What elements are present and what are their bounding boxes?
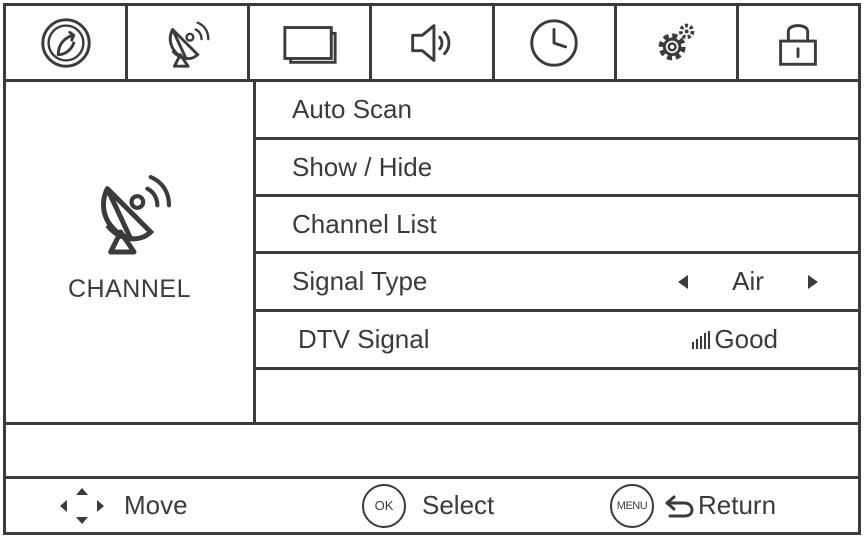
menu-item-label: Signal Type bbox=[292, 266, 428, 296]
ok-button-icon: OK bbox=[362, 483, 406, 528]
picture-swirl-icon bbox=[40, 17, 91, 68]
satellite-dish-icon bbox=[84, 162, 184, 262]
lock-icon bbox=[779, 23, 818, 66]
hint-move-label: Move bbox=[124, 490, 188, 520]
tab-channel[interactable] bbox=[128, 6, 251, 79]
tab-time[interactable] bbox=[495, 6, 617, 79]
arrow-left-icon[interactable] bbox=[678, 274, 688, 289]
move-arrows-icon bbox=[60, 487, 104, 524]
signal-strength-icon bbox=[692, 330, 711, 349]
tv-menu-screen: CHANNEL Auto Scan Show / Hide Channel Li… bbox=[3, 3, 861, 535]
hint-select: OK Select bbox=[362, 479, 494, 532]
menu-item-label: Show / Hide bbox=[292, 151, 433, 182]
tab-settings[interactable] bbox=[617, 6, 739, 79]
gears-icon bbox=[658, 23, 695, 60]
menu-button-icon: MENU bbox=[610, 483, 654, 528]
tab-lock[interactable] bbox=[739, 6, 858, 79]
menu-item-label: Channel List bbox=[292, 208, 437, 239]
signal-type-value: Air bbox=[732, 266, 764, 296]
menu-item-empty bbox=[256, 370, 858, 422]
hint-move: Move bbox=[56, 479, 188, 532]
arrow-right-icon[interactable] bbox=[808, 274, 818, 289]
menu-item-signal-type[interactable]: Signal Type Air bbox=[256, 254, 858, 312]
tab-sound[interactable] bbox=[372, 6, 495, 79]
menu-item-dtv-signal: DTV Signal Good bbox=[256, 312, 858, 370]
menu-item-label: DTV Signal bbox=[298, 324, 430, 354]
satellite-dish-icon bbox=[168, 20, 210, 68]
dtv-signal-value: Good bbox=[714, 324, 778, 354]
return-arrow-icon bbox=[665, 495, 694, 517]
speaker-icon bbox=[411, 23, 451, 62]
tab-picture[interactable] bbox=[6, 6, 129, 79]
tab-screen[interactable] bbox=[250, 6, 373, 79]
menu-item-show-hide[interactable]: Show / Hide bbox=[256, 140, 858, 197]
menu-item-channel-list[interactable]: Channel List bbox=[256, 197, 858, 254]
menu-item-auto-scan[interactable]: Auto Scan bbox=[256, 82, 858, 140]
footer-hints: Move OK Select MENU Return bbox=[6, 479, 858, 532]
info-bar bbox=[6, 422, 858, 479]
clock-icon bbox=[530, 18, 578, 67]
category-panel: CHANNEL bbox=[6, 82, 256, 422]
hint-return-label: Return bbox=[698, 490, 777, 520]
hint-return: MENU Return bbox=[610, 479, 776, 532]
dtv-signal-status: Good bbox=[692, 324, 778, 355]
category-title: CHANNEL bbox=[68, 275, 191, 303]
hint-select-label: Select bbox=[422, 490, 495, 520]
channel-menu: Auto Scan Show / Hide Channel List Signa… bbox=[256, 82, 858, 422]
menu-item-label: Auto Scan bbox=[292, 94, 412, 124]
screen-icon bbox=[283, 25, 337, 64]
menu-tab-bar bbox=[6, 6, 858, 82]
signal-type-selector[interactable]: Air bbox=[678, 266, 818, 297]
